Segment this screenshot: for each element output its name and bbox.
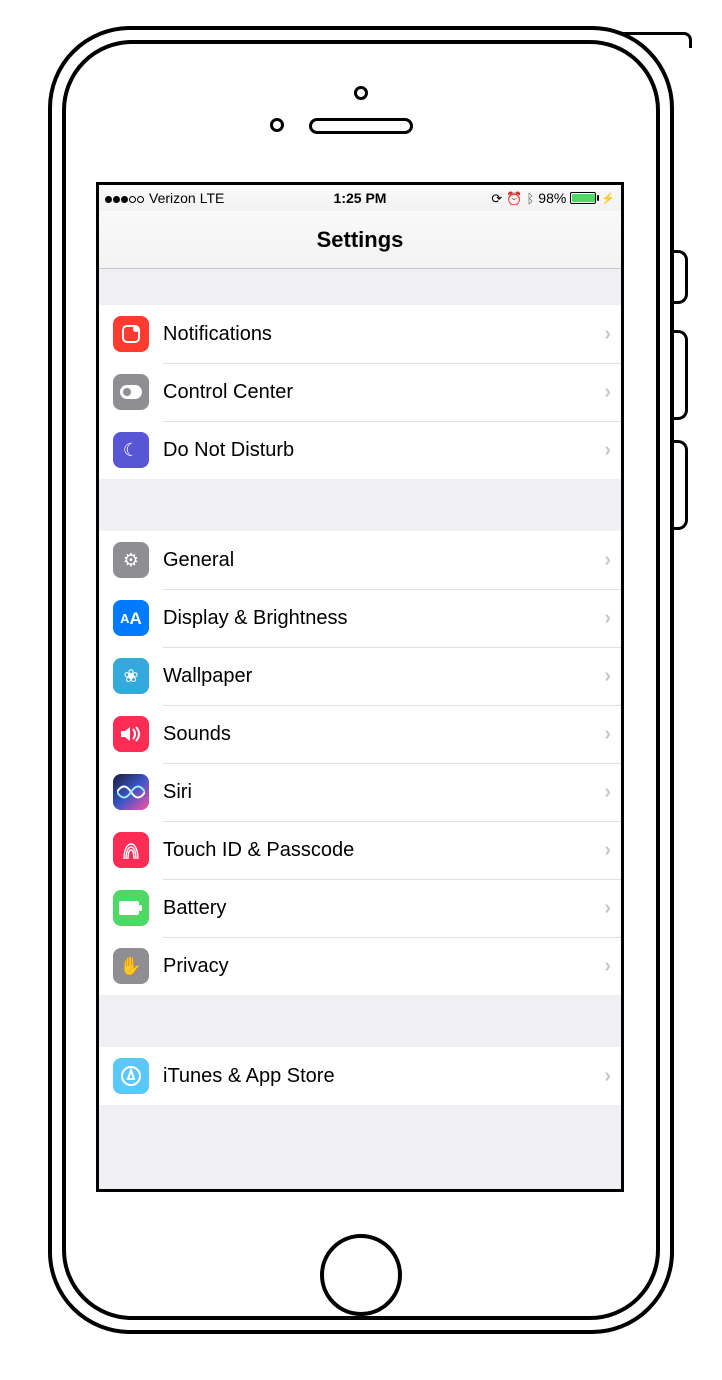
- app-store-icon: [113, 1058, 149, 1094]
- battery-icon: ⚡: [570, 192, 615, 205]
- phone-screen: Verizon LTE 1:25 PM ⟳ ⏰ ᛒ 98% ⚡ Settings…: [96, 182, 624, 1192]
- section-gap: [99, 269, 621, 305]
- settings-row-notifications[interactable]: Notifications ›: [99, 305, 621, 363]
- clock-label: 1:25 PM: [334, 190, 387, 206]
- bluetooth-icon: ᛒ: [526, 192, 534, 205]
- moon-icon: ☾: [113, 432, 149, 468]
- section-gap: [99, 479, 621, 531]
- chevron-right-icon: ›: [604, 897, 611, 920]
- settings-row-label: Sounds: [163, 723, 604, 746]
- settings-row-control-center[interactable]: Control Center ›: [99, 363, 621, 421]
- page-title: Settings: [317, 227, 404, 253]
- settings-row-do-not-disturb[interactable]: ☾ Do Not Disturb ›: [99, 421, 621, 479]
- settings-row-privacy[interactable]: ✋ Privacy ›: [99, 937, 621, 995]
- chevron-right-icon: ›: [604, 839, 611, 862]
- charging-icon: ⚡: [601, 192, 615, 205]
- settings-row-sounds[interactable]: Sounds ›: [99, 705, 621, 763]
- battery-percent-label: 98%: [538, 190, 566, 206]
- settings-row-display-brightness[interactable]: AA Display & Brightness ›: [99, 589, 621, 647]
- display-brightness-icon: AA: [113, 600, 149, 636]
- status-bar: Verizon LTE 1:25 PM ⟳ ⏰ ᛒ 98% ⚡: [99, 185, 621, 211]
- chevron-right-icon: ›: [604, 955, 611, 978]
- home-button-outline: [320, 1234, 402, 1316]
- settings-row-itunes-app-store[interactable]: iTunes & App Store ›: [99, 1047, 621, 1105]
- settings-row-wallpaper[interactable]: ❀ Wallpaper ›: [99, 647, 621, 705]
- settings-row-touch-id-passcode[interactable]: Touch ID & Passcode ›: [99, 821, 621, 879]
- rotation-lock-icon: ⟳: [491, 192, 502, 205]
- wallpaper-icon: ❀: [113, 658, 149, 694]
- status-bar-left: Verizon LTE: [105, 190, 334, 206]
- settings-row-label: Wallpaper: [163, 665, 604, 688]
- settings-row-label: Battery: [163, 897, 604, 920]
- settings-row-label: Privacy: [163, 955, 604, 978]
- settings-group-1: Notifications › Control Center › ☾ Do No…: [99, 305, 621, 479]
- chevron-right-icon: ›: [604, 323, 611, 346]
- navigation-bar: Settings: [99, 211, 621, 269]
- settings-row-label: Control Center: [163, 381, 604, 404]
- carrier-label: Verizon: [149, 190, 196, 206]
- gear-icon: ⚙: [113, 542, 149, 578]
- chevron-right-icon: ›: [604, 781, 611, 804]
- settings-row-label: General: [163, 549, 604, 572]
- hand-icon: ✋: [113, 948, 149, 984]
- siri-icon: [113, 774, 149, 810]
- settings-group-3: iTunes & App Store ›: [99, 1047, 621, 1105]
- settings-group-2: ⚙ General › AA Display & Brightness › ❀ …: [99, 531, 621, 995]
- fingerprint-icon: [113, 832, 149, 868]
- chevron-right-icon: ›: [604, 549, 611, 572]
- settings-row-label: Do Not Disturb: [163, 439, 604, 462]
- network-label: LTE: [200, 190, 225, 206]
- chevron-right-icon: ›: [604, 607, 611, 630]
- settings-row-label: Notifications: [163, 323, 604, 346]
- control-center-icon: [113, 374, 149, 410]
- settings-row-siri[interactable]: Siri ›: [99, 763, 621, 821]
- status-bar-right: ⟳ ⏰ ᛒ 98% ⚡: [386, 190, 615, 206]
- section-gap: [99, 995, 621, 1047]
- chevron-right-icon: ›: [604, 723, 611, 746]
- earpiece-speaker-outline: [309, 118, 413, 134]
- alarm-icon: ⏰: [506, 192, 522, 205]
- settings-row-label: iTunes & App Store: [163, 1065, 604, 1088]
- settings-row-battery[interactable]: Battery ›: [99, 879, 621, 937]
- settings-row-label: Siri: [163, 781, 604, 804]
- chevron-right-icon: ›: [604, 1065, 611, 1088]
- chevron-right-icon: ›: [604, 381, 611, 404]
- sounds-icon: [113, 716, 149, 752]
- settings-row-general[interactable]: ⚙ General ›: [99, 531, 621, 589]
- top-camera-outline: [354, 86, 368, 100]
- proximity-sensor-outline: [270, 118, 284, 132]
- chevron-right-icon: ›: [604, 439, 611, 462]
- chevron-right-icon: ›: [604, 665, 611, 688]
- settings-row-label: Touch ID & Passcode: [163, 839, 604, 862]
- battery-icon: [113, 890, 149, 926]
- settings-row-label: Display & Brightness: [163, 607, 604, 630]
- signal-strength-icon: [105, 190, 145, 206]
- notifications-icon: [113, 316, 149, 352]
